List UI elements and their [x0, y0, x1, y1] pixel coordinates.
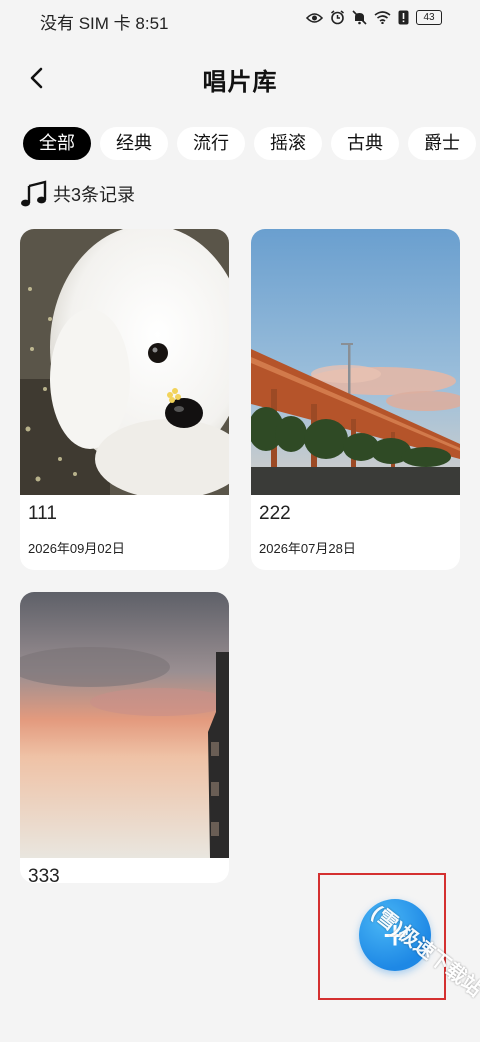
- record-card[interactable]: 222 2026年07月28日: [251, 229, 460, 570]
- tab-classical[interactable]: 古典: [331, 127, 399, 160]
- status-icons: 43: [306, 10, 442, 25]
- record-title: 333: [28, 866, 60, 883]
- record-cover-image: [251, 229, 460, 495]
- wifi-icon: [374, 11, 391, 24]
- category-tabs: 全部 经典 流行 摇滚 古典 爵士: [23, 127, 476, 160]
- record-date: 2026年07月28日: [259, 541, 356, 556]
- tab-pop[interactable]: 流行: [177, 127, 245, 160]
- tab-rock[interactable]: 摇滚: [254, 127, 322, 160]
- status-bar: 没有 SIM 卡 8:51 43: [0, 0, 480, 38]
- battery-icon: 43: [416, 10, 442, 25]
- alarm-icon: [331, 10, 344, 25]
- eye-icon: [306, 12, 323, 23]
- carrier-text: 没有 SIM 卡: [40, 14, 131, 33]
- page-title: 唱片库: [202, 69, 278, 96]
- record-count-row: 共3条记录: [20, 180, 135, 208]
- record-date: 2026年09月02日: [28, 541, 125, 556]
- record-card[interactable]: 333: [20, 592, 229, 883]
- record-cover-image: [20, 592, 229, 858]
- music-note-icon: [21, 180, 47, 207]
- tab-classic[interactable]: 经典: [100, 127, 168, 160]
- record-count-text: 共3条记录: [53, 185, 136, 205]
- clock-text: 8:51: [135, 14, 169, 33]
- status-carrier-time: 没有 SIM 卡 8:51: [40, 9, 169, 34]
- tab-all[interactable]: 全部: [23, 127, 91, 160]
- mute-bell-icon: [352, 10, 367, 25]
- record-cover-image: [20, 229, 229, 495]
- alert-icon: [398, 10, 409, 25]
- record-card[interactable]: 111 2026年09月02日: [20, 229, 229, 570]
- record-title: 222: [259, 503, 291, 524]
- tab-jazz[interactable]: 爵士: [408, 127, 476, 160]
- record-title: 111: [28, 503, 57, 524]
